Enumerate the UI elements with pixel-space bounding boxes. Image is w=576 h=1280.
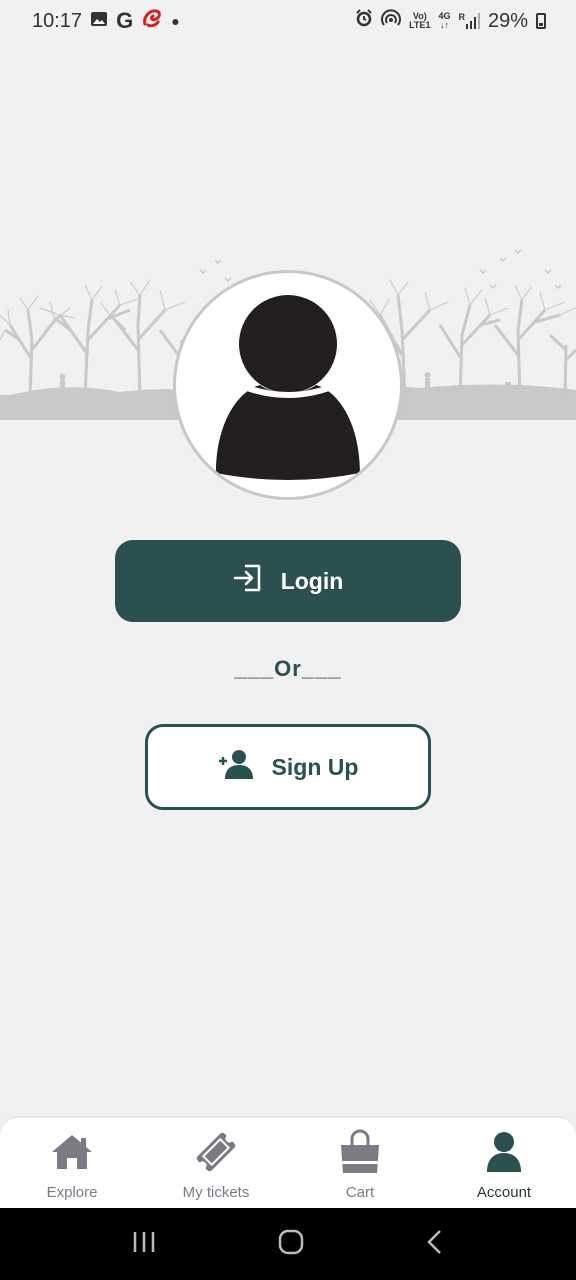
airtel-notification-icon <box>141 8 163 34</box>
status-time: 10:17 <box>32 9 83 32</box>
home-icon <box>48 1128 96 1176</box>
alarm-icon <box>355 9 373 33</box>
battery-icon <box>536 13 546 29</box>
or-separator: ___Or___ <box>234 656 342 681</box>
nav-label-my-tickets: My tickets <box>182 1184 250 1201</box>
nav-label-account: Account <box>476 1184 532 1201</box>
volte-indicator: Vo) LTE1 <box>409 11 431 30</box>
signup-button-label: Sign Up <box>271 753 359 780</box>
battery-percent: 29% <box>487 9 528 32</box>
back-button[interactable] <box>425 1229 445 1260</box>
login-button[interactable]: Login <box>115 540 461 622</box>
status-bar: 10:17 G ● Vo) LTE1 4G ↓↑ R 29% <box>0 0 576 42</box>
login-button-label: Login <box>280 567 344 594</box>
recent-apps-button[interactable] <box>131 1230 157 1259</box>
profile-avatar <box>173 270 403 500</box>
shopping-bag-icon <box>336 1128 384 1176</box>
login-icon <box>233 564 263 598</box>
gallery-notification-icon <box>90 10 108 33</box>
nav-item-account[interactable]: Account <box>432 1118 576 1208</box>
user-silhouette-icon <box>216 295 360 480</box>
home-button[interactable] <box>278 1229 304 1260</box>
signup-button[interactable]: Sign Up <box>145 724 431 810</box>
system-navigation-bar <box>0 1208 576 1280</box>
more-notifications-dot: ● <box>171 13 180 29</box>
signal-strength-icon: R <box>458 13 480 29</box>
bottom-navigation: Explore My tickets Cart Account <box>0 1118 576 1208</box>
ticket-icon <box>192 1128 240 1176</box>
nav-item-my-tickets[interactable]: My tickets <box>144 1118 288 1208</box>
nav-label-explore: Explore <box>46 1184 98 1201</box>
user-icon <box>480 1128 528 1176</box>
google-notification-icon: G <box>116 8 134 33</box>
network-type-indicator: 4G ↓↑ <box>438 11 451 30</box>
hotspot-icon <box>381 9 402 33</box>
add-user-icon <box>218 748 254 786</box>
nav-item-explore[interactable]: Explore <box>0 1118 144 1208</box>
nav-label-cart: Cart <box>345 1184 375 1201</box>
nav-item-cart[interactable]: Cart <box>288 1118 432 1208</box>
